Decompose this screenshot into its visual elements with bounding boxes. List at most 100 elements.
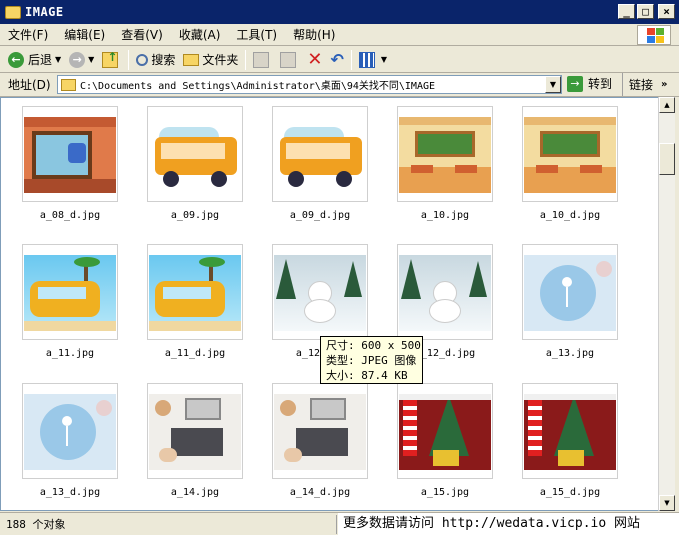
delete-icon: ✕ (307, 48, 323, 70)
file-thumbnail[interactable] (272, 106, 368, 202)
menu-view[interactable]: 查看(V) (113, 24, 171, 46)
chevron-down-icon[interactable]: ▼ (55, 55, 61, 64)
go-button[interactable]: → 转到 (567, 75, 612, 92)
file-thumbnail[interactable] (522, 383, 618, 479)
links-button[interactable]: 链接 » (622, 73, 667, 96)
file-thumbnail[interactable] (272, 244, 368, 340)
file-thumbnail[interactable] (147, 106, 243, 202)
file-name-label: a_11_d.jpg (164, 348, 226, 359)
menu-favorites[interactable]: 收藏(A) (171, 24, 229, 46)
address-text: C:\Documents and Settings\Administrator\… (80, 81, 436, 92)
file-item[interactable]: a_14_d.jpg (272, 383, 392, 510)
folders-button[interactable]: 文件夹 (179, 49, 242, 71)
file-name-label: a_09_d.jpg (289, 210, 351, 221)
status-divider (336, 515, 337, 534)
file-thumbnail[interactable] (522, 244, 618, 340)
copy-to-button[interactable] (276, 49, 303, 71)
file-thumbnail[interactable] (397, 383, 493, 479)
go-arrow-icon: → (567, 75, 583, 92)
delete-button[interactable]: ✕ (303, 49, 326, 71)
close-button[interactable]: × (658, 4, 675, 19)
maximize-button[interactable]: □ (637, 4, 654, 19)
move-to-icon (253, 51, 270, 68)
windows-logo-icon (637, 25, 671, 45)
thumbnail-image (274, 255, 366, 331)
search-button[interactable]: 搜索 (132, 49, 179, 71)
file-name-label: a_10_d.jpg (539, 210, 601, 221)
file-name-label: a_14.jpg (170, 487, 220, 498)
file-item[interactable]: a_15.jpg (397, 383, 517, 510)
links-label: 链接 (629, 78, 654, 92)
thumbnail-image (24, 255, 116, 331)
scrollbar-thumb[interactable] (659, 143, 675, 175)
go-label: 转到 (588, 77, 613, 91)
file-name-label: a_09.jpg (170, 210, 220, 221)
minimize-button[interactable]: _ (618, 4, 635, 19)
file-thumbnail[interactable] (22, 383, 118, 479)
menu-file[interactable]: 文件(F) (0, 24, 56, 46)
up-folder-button[interactable]: ↑ (98, 49, 125, 71)
file-info-tooltip: 尺寸: 600 x 500 类型: JPEG 图像 大小: 87.4 KB (320, 336, 423, 384)
thumbnail-image (524, 255, 616, 331)
file-item[interactable]: a_10_d.jpg (522, 106, 642, 236)
search-label: 搜索 (151, 53, 176, 67)
address-input[interactable]: C:\Documents and Settings\Administrator\… (57, 75, 562, 94)
tooltip-type: 类型: JPEG 图像 (326, 354, 417, 367)
up-folder-icon: ↑ (102, 50, 119, 68)
file-item[interactable]: a_13_d.jpg (22, 383, 142, 510)
forward-button[interactable]: → ▼ (65, 49, 98, 71)
object-count: 188 个对象 (6, 518, 66, 531)
file-thumbnail[interactable] (147, 383, 243, 479)
menu-help[interactable]: 帮助(H) (285, 24, 343, 46)
file-thumbnail[interactable] (272, 383, 368, 479)
undo-button[interactable]: ↶ (326, 49, 347, 71)
file-item[interactable]: a_08_d.jpg (22, 106, 142, 236)
search-icon (136, 53, 149, 66)
menu-tools[interactable]: 工具(T) (228, 24, 285, 46)
file-thumbnail[interactable] (147, 244, 243, 340)
copy-to-icon (280, 51, 297, 68)
file-item[interactable]: a_09_d.jpg (272, 106, 392, 236)
file-item[interactable]: a_13.jpg (522, 244, 642, 374)
file-thumbnail[interactable] (397, 244, 493, 340)
move-to-button[interactable] (249, 49, 276, 71)
thumbnail-image (399, 117, 491, 193)
folder-icon (61, 78, 76, 91)
file-name-label: a_15.jpg (420, 487, 470, 498)
file-thumbnail[interactable] (522, 106, 618, 202)
address-dropdown-button[interactable]: ▼ (545, 76, 561, 93)
thumbnail-image (24, 117, 116, 193)
views-icon (358, 51, 375, 68)
file-item[interactable]: a_11_d.jpg (147, 244, 267, 374)
file-item[interactable]: a_14.jpg (147, 383, 267, 510)
thumbnail-image (524, 117, 616, 193)
file-thumbnail[interactable] (22, 244, 118, 340)
folder-icon (183, 53, 200, 66)
menu-edit[interactable]: 编辑(E) (56, 24, 113, 46)
file-item[interactable]: a_09.jpg (147, 106, 267, 236)
file-name-label: a_13.jpg (545, 348, 595, 359)
thumbnail-image (24, 394, 116, 470)
file-item[interactable]: a_11.jpg (22, 244, 142, 374)
thumbnail-image (149, 117, 241, 193)
toolbar: ← 后退 ▼ → ▼ ↑ 搜索 文件夹 ✕ ↶ ▼ (0, 47, 679, 73)
file-thumbnail[interactable] (22, 106, 118, 202)
file-list-view[interactable]: a_08_d.jpg a_09.jpg a_09_d.jpg a_10.jpg a_10… (0, 97, 659, 511)
back-label: 后退 (28, 53, 53, 67)
title-bar: IMAGE _ □ × (0, 0, 679, 24)
vertical-scrollbar[interactable]: ▲ ▼ (658, 97, 675, 511)
file-item[interactable]: a_10.jpg (397, 106, 517, 236)
file-thumbnail[interactable] (397, 106, 493, 202)
file-item[interactable]: a_15_d.jpg (522, 383, 642, 510)
tooltip-size: 尺寸: 600 x 500 (326, 339, 421, 352)
file-name-label: a_15_d.jpg (539, 487, 601, 498)
chevron-down-icon[interactable]: ▼ (88, 55, 94, 64)
chevron-down-icon[interactable]: ▼ (381, 55, 387, 64)
file-name-label: a_10.jpg (420, 210, 470, 221)
scroll-down-button[interactable]: ▼ (659, 495, 675, 511)
back-button[interactable]: ← 后退 ▼ (4, 49, 65, 71)
thumbnail-image (149, 394, 241, 470)
scroll-up-button[interactable]: ▲ (659, 97, 675, 113)
views-button[interactable]: ▼ (355, 49, 391, 71)
toolbar-separator (128, 49, 130, 70)
